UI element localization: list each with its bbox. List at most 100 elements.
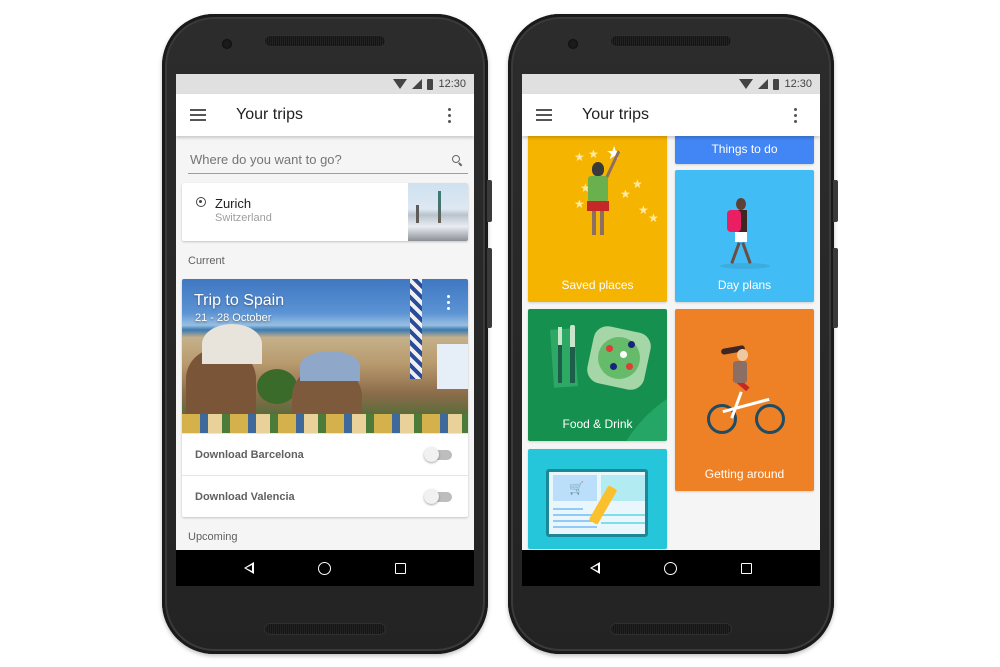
tile-label: Things to do [711, 142, 778, 156]
illustration-bike-wheel [755, 404, 785, 434]
hero-palm [257, 369, 297, 404]
illustration-cheese [620, 351, 627, 358]
phone-left: 12:30 Your trips Zurich Switzerland Curr… [162, 14, 492, 654]
thumbnail-tower [416, 205, 419, 223]
illustration-text-line [553, 526, 597, 528]
illustration-text-line [601, 514, 645, 516]
signal-icon [412, 79, 423, 89]
illustration-person-head [592, 162, 604, 176]
place-card[interactable]: Zurich Switzerland [182, 183, 468, 241]
illustration-text-line [553, 508, 583, 510]
tile-label: Food & Drink [562, 417, 633, 431]
page-title: Your trips [582, 106, 649, 123]
hero-roof [300, 351, 360, 381]
illustration-person-legs [592, 211, 604, 235]
download-valencia-toggle[interactable] [424, 488, 454, 504]
menu-icon[interactable] [190, 109, 206, 121]
status-bar: 12:30 [176, 74, 474, 94]
bottom-speaker [265, 624, 385, 634]
status-bar: 12:30 [522, 74, 820, 94]
back-icon[interactable] [590, 562, 600, 574]
battery-icon [427, 78, 434, 90]
location-pin-icon [196, 197, 206, 207]
power-button [487, 180, 492, 222]
trip-dates: 21 - 28 October [195, 312, 272, 324]
download-barcelona-toggle[interactable] [424, 446, 454, 462]
recents-icon[interactable] [741, 562, 752, 574]
back-icon[interactable] [244, 562, 254, 574]
illustration-shadow [720, 263, 770, 269]
screen-trips-list: 12:30 Your trips Zurich Switzerland Curr… [176, 74, 474, 586]
illustration-tomato [626, 363, 633, 370]
place-country: Switzerland [215, 212, 272, 224]
illustration-leg [741, 242, 752, 264]
nav-bar [176, 550, 474, 586]
earpiece-speaker [611, 36, 731, 46]
illustration-rider-head [737, 349, 748, 361]
screen-trip-categories: 12:30 Your trips ★ ★ ★ ★ ★ ★ ★ ★ ★ Saved… [522, 74, 820, 586]
illustration-olive [610, 363, 617, 370]
status-time: 12:30 [438, 78, 466, 90]
trip-hero-image: Trip to Spain 21 - 28 October [182, 279, 468, 433]
illustration-walker-head [736, 198, 746, 210]
download-label: Download Valencia [195, 490, 295, 503]
home-icon[interactable] [664, 561, 677, 575]
search-icon[interactable] [452, 154, 462, 165]
download-row: Download Barcelona [182, 433, 468, 475]
section-current: Current [188, 255, 225, 267]
front-camera [222, 39, 232, 49]
menu-icon[interactable] [536, 109, 552, 121]
tile-day-plans[interactable]: Day plans [675, 170, 814, 302]
place-city: Zurich [215, 196, 252, 211]
place-thumbnail [408, 183, 468, 241]
tile-label: Day plans [717, 278, 772, 292]
nav-bar [522, 550, 820, 586]
status-time: 12:30 [784, 78, 812, 90]
app-bar: Your trips [176, 94, 474, 136]
star-icon: ★ [588, 147, 599, 161]
trip-more-vert-icon[interactable] [447, 295, 450, 310]
star-icon: ★ [620, 187, 631, 201]
tile-getting-around[interactable]: Getting around [675, 309, 814, 491]
trip-card[interactable]: Trip to Spain 21 - 28 October Download B… [182, 279, 468, 517]
hero-mosaic-tower [410, 279, 422, 379]
thumbnail-church-spire [438, 191, 441, 223]
section-upcoming: Upcoming [188, 531, 238, 543]
phone-right: 12:30 Your trips ★ ★ ★ ★ ★ ★ ★ ★ ★ Saved… [508, 14, 838, 654]
wifi-icon [393, 79, 408, 89]
bottom-speaker [611, 624, 731, 634]
signal-icon [758, 79, 769, 89]
star-icon: ★ [648, 211, 659, 225]
star-icon: ★ [574, 150, 585, 164]
home-icon[interactable] [318, 561, 331, 575]
wifi-icon [739, 79, 754, 89]
illustration-leg [730, 242, 741, 264]
illustration-shorts [735, 232, 747, 242]
battery-icon [773, 78, 780, 90]
category-grid: ★ ★ ★ ★ ★ ★ ★ ★ ★ Saved places Things to… [522, 126, 820, 586]
tile-label: Saved places [561, 278, 634, 292]
star-icon: ★ [632, 177, 643, 191]
tile-notes[interactable]: 🛒 [528, 449, 667, 549]
more-vert-icon[interactable] [794, 107, 798, 123]
volume-button [833, 248, 838, 328]
download-label: Download Barcelona [195, 448, 304, 461]
tile-food-drink[interactable]: Food & Drink [528, 309, 667, 441]
search-bar [188, 146, 468, 174]
illustration-person-body [588, 176, 608, 202]
illustration-text-line [601, 522, 645, 524]
volume-button [487, 248, 492, 328]
illustration-person-skirt [587, 201, 609, 211]
illustration-olive [628, 341, 635, 348]
earpiece-speaker [265, 36, 385, 46]
cart-icon: 🛒 [569, 481, 584, 495]
illustration-fork [558, 327, 562, 383]
more-vert-icon[interactable] [448, 107, 452, 123]
tile-saved-places[interactable]: ★ ★ ★ ★ ★ ★ ★ ★ ★ Saved places [528, 126, 667, 302]
illustration-rider-body [733, 361, 747, 383]
hero-building [437, 344, 468, 389]
recents-icon[interactable] [395, 562, 406, 574]
search-input[interactable] [190, 152, 430, 167]
illustration-knife [570, 325, 575, 383]
download-row: Download Valencia [182, 475, 468, 517]
